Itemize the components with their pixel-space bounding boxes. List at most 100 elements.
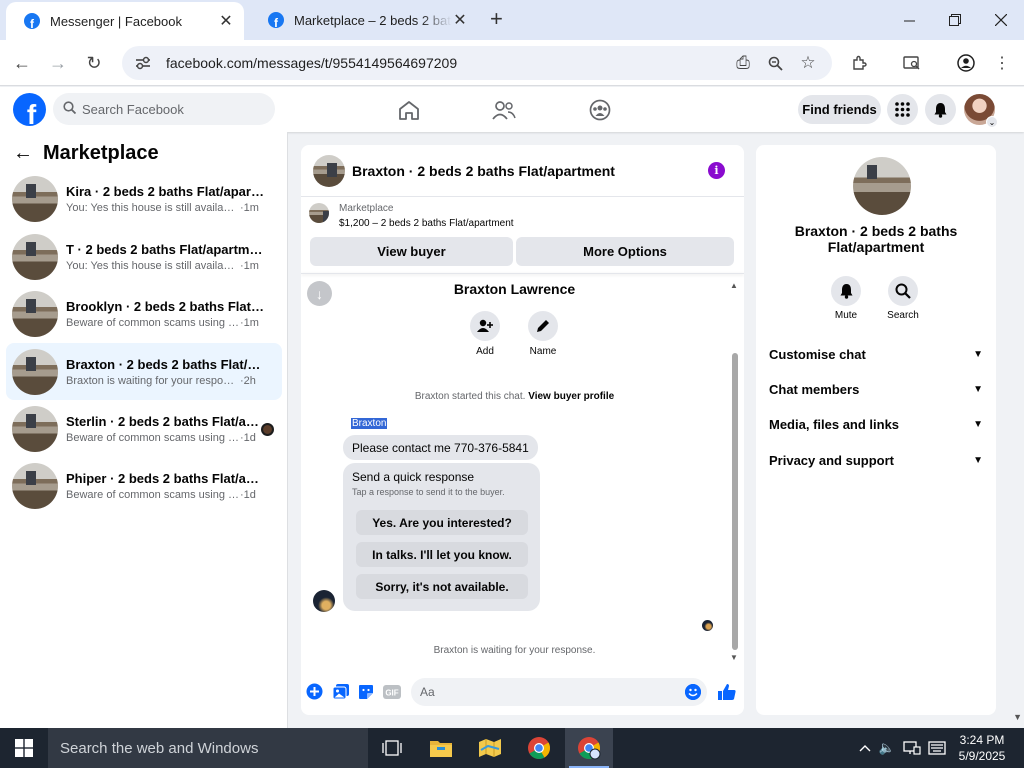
close-tab-icon[interactable]: ✕ xyxy=(452,10,468,30)
conversation-name: Sterlin · 2 beds 2 baths Flat/apar... xyxy=(66,414,266,429)
name-button[interactable]: Name xyxy=(518,311,568,357)
task-view-icon[interactable] xyxy=(368,728,416,768)
search-button[interactable]: Search xyxy=(878,276,928,321)
facebook-logo-icon[interactable]: f xyxy=(13,93,46,126)
listing-thumbnail[interactable] xyxy=(853,157,911,215)
account-avatar[interactable]: ⌄ xyxy=(964,94,998,128)
conversation-item[interactable]: T · 2 beds 2 baths Flat/apartment You: Y… xyxy=(6,229,282,285)
conversation-snippet: You: Yes this house is still available f… xyxy=(66,260,240,272)
file-explorer-icon[interactable] xyxy=(417,728,465,768)
back-arrow-icon[interactable]: ← xyxy=(9,50,35,76)
chat-scrollbar[interactable]: ▲ ▼ xyxy=(730,281,738,662)
windows-start-icon[interactable] xyxy=(0,728,48,768)
conversation-name: Braxton · 2 beds 2 baths Flat/apart... xyxy=(66,356,266,372)
reload-icon[interactable]: ↻ xyxy=(81,50,107,76)
listing-thumbnail xyxy=(309,203,329,223)
chevron-down-icon: ▼ xyxy=(973,348,983,360)
plus-icon[interactable] xyxy=(306,683,323,700)
close-window-icon[interactable] xyxy=(978,0,1024,40)
info-icon[interactable]: i xyxy=(708,162,725,179)
bookmark-star-icon[interactable]: ☆ xyxy=(795,46,821,80)
quick-response-title: Send a quick response xyxy=(352,470,475,484)
listing-thumbnail xyxy=(12,463,58,509)
message-input[interactable]: Aa xyxy=(411,678,707,706)
network-icon[interactable] xyxy=(902,728,922,768)
volume-icon[interactable]: 🔈 xyxy=(877,728,897,768)
more-options-button[interactable]: More Options xyxy=(516,237,734,266)
chat-title[interactable]: Braxton · 2 beds 2 baths Flat/apartment xyxy=(352,163,615,179)
chat-started-line: Braxton started this chat. View buyer pr… xyxy=(301,391,728,402)
close-tab-icon[interactable]: ✕ xyxy=(218,11,234,31)
tab-messenger[interactable]: f Messenger | Facebook ✕ xyxy=(6,2,244,40)
bell-icon xyxy=(831,276,861,306)
maps-app-icon[interactable] xyxy=(466,728,514,768)
conversation-info-panel: Braxton · 2 beds 2 baths Flat/apartment … xyxy=(756,145,996,715)
sticker-icon[interactable] xyxy=(357,683,374,700)
conversation-item[interactable]: Sterlin · 2 beds 2 baths Flat/apar... Be… xyxy=(6,401,282,457)
quick-response-button[interactable]: Sorry, it's not available. xyxy=(356,574,528,599)
add-button[interactable]: Add xyxy=(460,311,510,357)
profile-icon[interactable] xyxy=(953,50,979,76)
search-placeholder: Search Facebook xyxy=(82,101,184,117)
tab-search-icon[interactable] xyxy=(899,50,925,76)
new-tab-icon[interactable]: + xyxy=(490,8,503,30)
add-person-icon xyxy=(470,311,500,341)
scrollbar-thumb[interactable] xyxy=(732,353,738,650)
conversation-name: Phiper · 2 beds 2 baths Flat/apart... xyxy=(66,471,266,486)
taskbar-search-input[interactable]: Search the web and Windows xyxy=(48,728,368,768)
buyer-avatar[interactable] xyxy=(313,590,335,612)
chrome-icon[interactable] xyxy=(515,728,563,768)
extensions-icon[interactable] xyxy=(846,50,872,76)
forward-arrow-icon[interactable]: → xyxy=(45,50,71,76)
minimize-icon[interactable] xyxy=(886,0,932,40)
browser-menu-icon[interactable]: ⋮ xyxy=(989,50,1015,76)
thumbs-up-icon[interactable] xyxy=(716,683,736,700)
facebook-search-input[interactable]: Search Facebook xyxy=(53,93,275,125)
keyboard-icon[interactable] xyxy=(926,728,948,768)
media-files-links-section[interactable]: Media, files and links ▼ xyxy=(769,413,983,435)
scroll-down-arrow-icon[interactable]: ▼ xyxy=(730,653,738,662)
find-friends-button[interactable]: Find friends xyxy=(798,95,881,124)
conversation-item-selected[interactable]: Braxton · 2 beds 2 baths Flat/apart... B… xyxy=(6,343,282,400)
tab-marketplace[interactable]: f Marketplace – 2 beds 2 baths Flat/apar… xyxy=(250,0,478,40)
back-arrow-icon[interactable]: ← xyxy=(13,142,33,165)
url-text: facebook.com/messages/t/9554149564697209 xyxy=(166,55,458,71)
view-buyer-button[interactable]: View buyer xyxy=(310,237,513,266)
view-buyer-profile-link[interactable]: View buyer profile xyxy=(528,391,614,402)
listing-thumbnail[interactable] xyxy=(313,154,345,187)
section-label: Privacy and support xyxy=(769,452,894,468)
restore-icon[interactable] xyxy=(932,0,978,40)
conversation-item[interactable]: Kira · 2 beds 2 baths Flat/apartment You… xyxy=(6,171,282,227)
quick-response-button[interactable]: In talks. I'll let you know. xyxy=(356,542,528,567)
menu-grid-icon[interactable] xyxy=(887,94,918,125)
gif-icon[interactable]: GIF xyxy=(383,683,401,700)
emoji-icon[interactable] xyxy=(685,684,701,700)
scroll-up-arrow-icon[interactable]: ▲ xyxy=(730,281,738,290)
friends-icon[interactable] xyxy=(491,97,517,123)
page-scroll-down-arrow-icon[interactable]: ▼ xyxy=(1013,712,1022,722)
quick-response-subtitle: Tap a response to send it to the buyer. xyxy=(352,487,505,497)
mute-button[interactable]: Mute xyxy=(821,276,871,321)
zoom-icon[interactable] xyxy=(762,46,788,80)
conversation-item[interactable]: Phiper · 2 beds 2 baths Flat/apart... Be… xyxy=(6,458,282,514)
quick-response-button[interactable]: Yes. Are you interested? xyxy=(356,510,528,535)
groups-icon[interactable] xyxy=(587,97,613,123)
privacy-support-section[interactable]: Privacy and support ▼ xyxy=(769,449,983,471)
message-bubble[interactable]: Please contact me 770-376-5841 xyxy=(343,435,538,460)
home-icon[interactable] xyxy=(396,97,422,123)
chat-members-section[interactable]: Chat members ▼ xyxy=(769,378,983,400)
omnibox[interactable]: facebook.com/messages/t/9554149564697209… xyxy=(122,46,832,80)
customise-chat-section[interactable]: Customise chat ▼ xyxy=(769,343,983,365)
notifications-bell-icon[interactable] xyxy=(925,94,956,125)
system-clock[interactable]: 3:24 PM 5/9/2025 xyxy=(950,732,1014,764)
show-hidden-icons-icon[interactable] xyxy=(856,728,874,768)
photo-icon[interactable] xyxy=(332,683,349,700)
clock-date: 5/9/2025 xyxy=(958,749,1006,763)
listing-summary[interactable]: Marketplace $1,200 – 2 beds 2 baths Flat… xyxy=(309,203,514,229)
conversation-item[interactable]: Brooklyn · 2 beds 2 baths Flat/apa... Be… xyxy=(6,286,282,342)
site-settings-icon[interactable] xyxy=(134,54,152,72)
install-app-icon[interactable]: ⎙ xyxy=(730,46,756,80)
chrome-profile-icon[interactable] xyxy=(565,728,613,768)
search-icon xyxy=(63,101,77,117)
conversation-snippet: You: Yes this house is still available f… xyxy=(66,202,240,214)
